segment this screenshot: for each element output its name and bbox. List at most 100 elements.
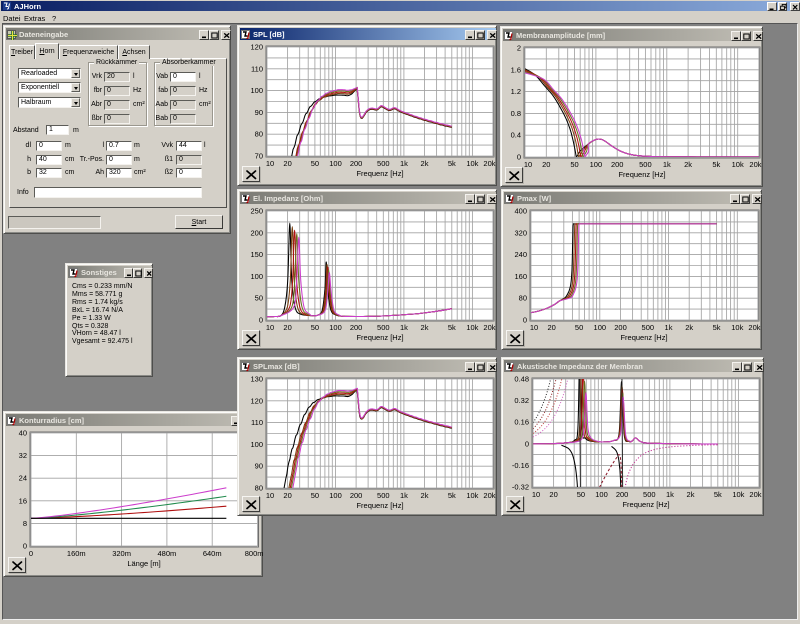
svg-text:0.4: 0.4 bbox=[511, 131, 521, 140]
svg-text:200: 200 bbox=[350, 323, 363, 332]
svg-text:50: 50 bbox=[311, 491, 319, 500]
svg-text:2: 2 bbox=[517, 44, 521, 53]
svg-text:70: 70 bbox=[255, 152, 263, 161]
svg-text:0: 0 bbox=[525, 439, 529, 448]
svg-text:110: 110 bbox=[251, 418, 263, 427]
svg-text:1k: 1k bbox=[400, 491, 408, 500]
svg-text:20: 20 bbox=[283, 491, 291, 500]
svg-text:100: 100 bbox=[250, 86, 263, 95]
svg-text:120: 120 bbox=[250, 43, 263, 52]
svg-text:1.6: 1.6 bbox=[511, 65, 521, 74]
svg-text:20: 20 bbox=[283, 323, 291, 332]
svg-text:320: 320 bbox=[514, 228, 527, 237]
svg-text:2k: 2k bbox=[685, 323, 693, 332]
svg-text:100: 100 bbox=[329, 491, 342, 500]
svg-text:100: 100 bbox=[250, 440, 263, 449]
svg-text:100: 100 bbox=[595, 490, 608, 499]
svg-text:640m: 640m bbox=[203, 549, 222, 558]
svg-text:10: 10 bbox=[266, 323, 274, 332]
svg-text:480m: 480m bbox=[158, 549, 177, 558]
svg-text:50: 50 bbox=[255, 294, 263, 303]
svg-text:-0.32: -0.32 bbox=[512, 483, 529, 492]
svg-text:250: 250 bbox=[250, 207, 263, 216]
svg-text:2k: 2k bbox=[684, 160, 692, 169]
svg-text:2k: 2k bbox=[687, 490, 695, 499]
svg-text:200: 200 bbox=[611, 160, 624, 169]
svg-text:100: 100 bbox=[250, 272, 263, 281]
svg-text:110: 110 bbox=[251, 64, 263, 73]
svg-text:10: 10 bbox=[266, 491, 274, 500]
svg-text:Frequenz [Hz]: Frequenz [Hz] bbox=[622, 500, 669, 509]
svg-text:0: 0 bbox=[29, 549, 33, 558]
svg-text:100: 100 bbox=[329, 323, 342, 332]
svg-text:20: 20 bbox=[542, 160, 550, 169]
svg-text:500: 500 bbox=[377, 159, 390, 168]
svg-text:90: 90 bbox=[255, 108, 263, 117]
svg-text:500: 500 bbox=[642, 323, 655, 332]
svg-text:20k: 20k bbox=[483, 491, 495, 500]
svg-text:2k: 2k bbox=[421, 323, 429, 332]
svg-text:8: 8 bbox=[23, 519, 27, 528]
svg-text:5k: 5k bbox=[712, 160, 720, 169]
svg-text:160m: 160m bbox=[67, 549, 86, 558]
svg-text:Frequenz [Hz]: Frequenz [Hz] bbox=[356, 169, 403, 178]
svg-text:500: 500 bbox=[377, 491, 390, 500]
svg-text:200: 200 bbox=[614, 323, 627, 332]
svg-text:20: 20 bbox=[549, 490, 557, 499]
svg-text:5k: 5k bbox=[448, 159, 456, 168]
svg-text:100: 100 bbox=[590, 160, 603, 169]
svg-text:Frequenz [Hz]: Frequenz [Hz] bbox=[356, 501, 403, 510]
svg-text:2k: 2k bbox=[421, 491, 429, 500]
svg-text:500: 500 bbox=[639, 160, 652, 169]
svg-text:120: 120 bbox=[250, 396, 263, 405]
svg-text:16: 16 bbox=[19, 496, 27, 505]
svg-text:Länge [m]: Länge [m] bbox=[127, 559, 160, 568]
svg-text:20k: 20k bbox=[749, 490, 761, 499]
svg-text:80: 80 bbox=[519, 294, 527, 303]
svg-text:240: 240 bbox=[514, 250, 527, 259]
svg-text:500: 500 bbox=[377, 323, 390, 332]
svg-text:10: 10 bbox=[532, 490, 540, 499]
svg-text:50: 50 bbox=[311, 323, 319, 332]
svg-text:100: 100 bbox=[329, 159, 342, 168]
svg-text:10k: 10k bbox=[732, 490, 744, 499]
svg-text:200: 200 bbox=[350, 491, 363, 500]
svg-text:130: 130 bbox=[250, 375, 263, 384]
svg-text:160: 160 bbox=[514, 272, 527, 281]
svg-text:800m: 800m bbox=[245, 549, 264, 558]
svg-text:Frequenz [Hz]: Frequenz [Hz] bbox=[618, 170, 665, 179]
svg-text:10: 10 bbox=[524, 160, 532, 169]
svg-text:0: 0 bbox=[517, 153, 521, 162]
svg-text:100: 100 bbox=[594, 323, 607, 332]
svg-text:50: 50 bbox=[570, 160, 578, 169]
svg-text:150: 150 bbox=[250, 250, 263, 259]
svg-text:80: 80 bbox=[255, 484, 263, 493]
svg-text:40: 40 bbox=[19, 429, 27, 438]
svg-text:1k: 1k bbox=[665, 323, 673, 332]
svg-text:500: 500 bbox=[643, 490, 656, 499]
svg-text:0.32: 0.32 bbox=[514, 396, 529, 405]
svg-text:10: 10 bbox=[530, 323, 538, 332]
svg-text:20: 20 bbox=[283, 159, 291, 168]
svg-text:20k: 20k bbox=[749, 160, 761, 169]
svg-text:20k: 20k bbox=[748, 323, 760, 332]
svg-text:50: 50 bbox=[577, 490, 585, 499]
svg-text:1k: 1k bbox=[400, 159, 408, 168]
svg-text:0.16: 0.16 bbox=[514, 418, 529, 427]
svg-text:1k: 1k bbox=[666, 490, 674, 499]
svg-text:5k: 5k bbox=[713, 323, 721, 332]
svg-text:0: 0 bbox=[259, 316, 263, 325]
svg-text:80: 80 bbox=[255, 130, 263, 139]
svg-text:90: 90 bbox=[255, 462, 263, 471]
svg-text:0: 0 bbox=[523, 316, 527, 325]
svg-text:1k: 1k bbox=[400, 323, 408, 332]
svg-text:Frequenz [Hz]: Frequenz [Hz] bbox=[356, 333, 403, 342]
svg-text:50: 50 bbox=[311, 159, 319, 168]
svg-text:50: 50 bbox=[575, 323, 583, 332]
svg-text:400: 400 bbox=[514, 207, 527, 216]
svg-text:-0.16: -0.16 bbox=[512, 461, 529, 470]
svg-text:0.48: 0.48 bbox=[514, 375, 529, 384]
svg-text:20: 20 bbox=[548, 323, 556, 332]
svg-text:200: 200 bbox=[250, 228, 263, 237]
svg-text:200: 200 bbox=[616, 490, 629, 499]
